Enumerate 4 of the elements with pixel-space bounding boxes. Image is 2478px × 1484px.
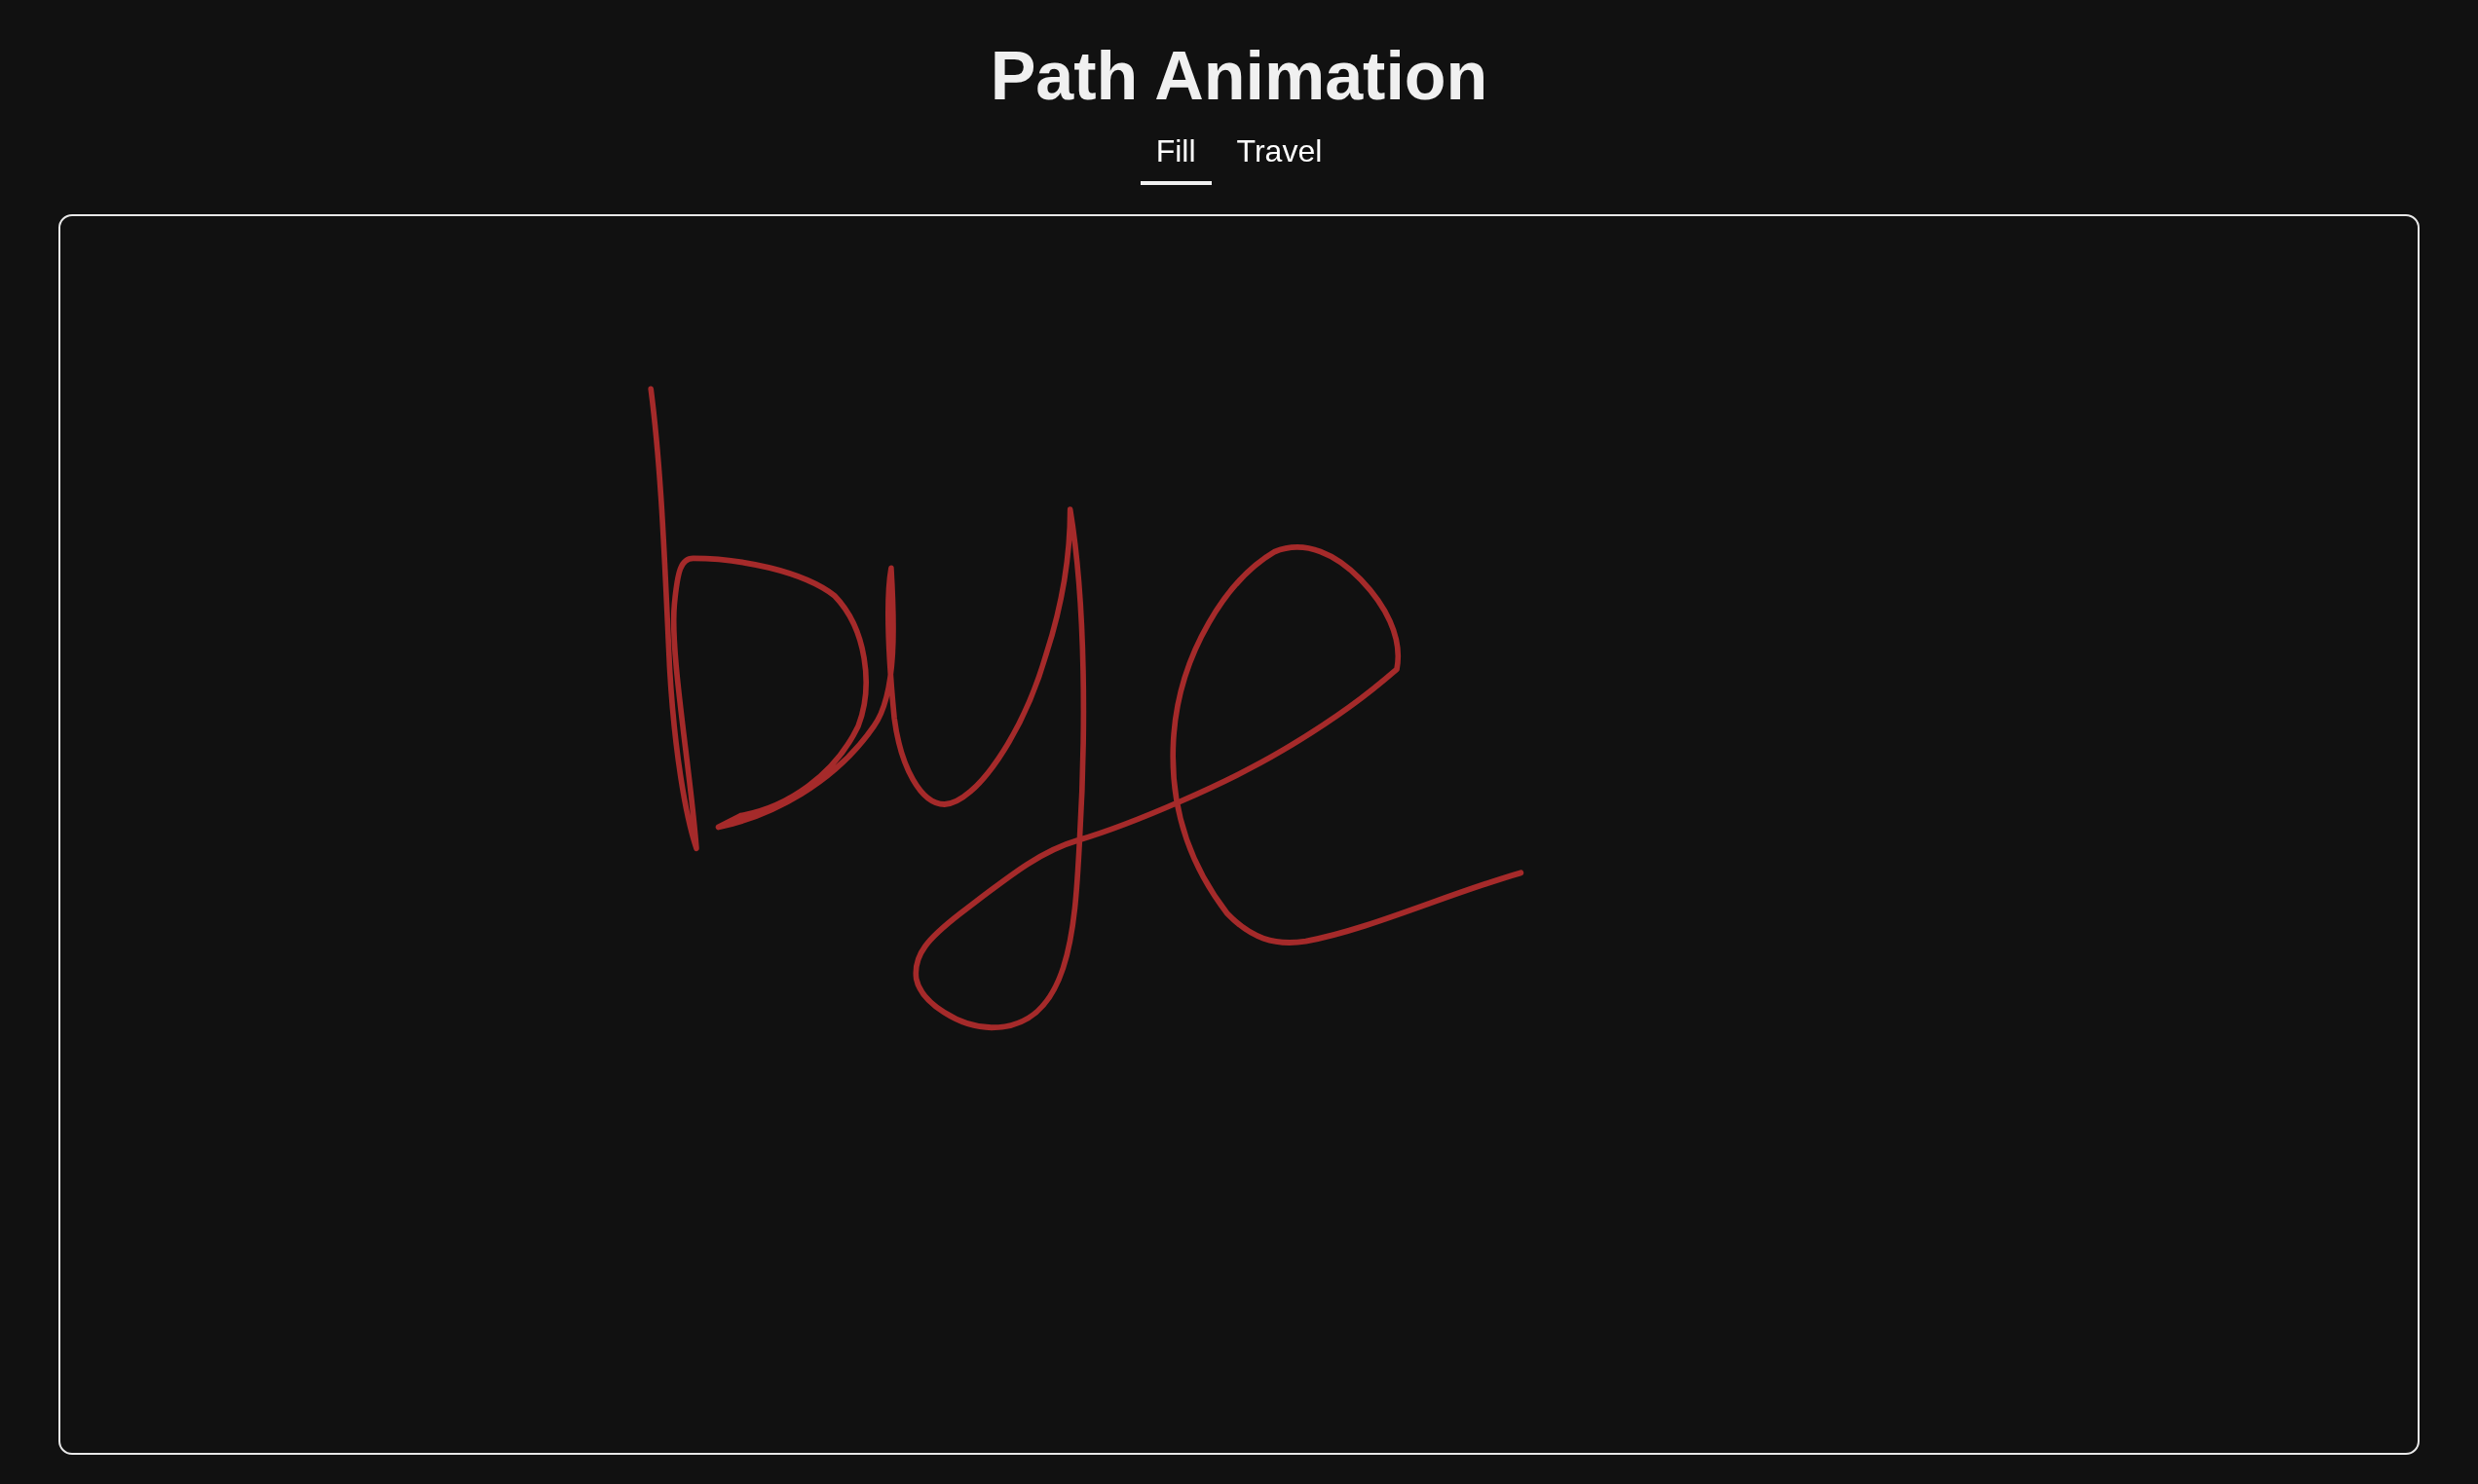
drawing-canvas[interactable] xyxy=(58,214,2420,1455)
tab[interactable]: Fill xyxy=(1140,127,1212,185)
page-title: Path Animation xyxy=(990,39,1488,113)
tab[interactable]: Travel xyxy=(1220,127,1338,185)
